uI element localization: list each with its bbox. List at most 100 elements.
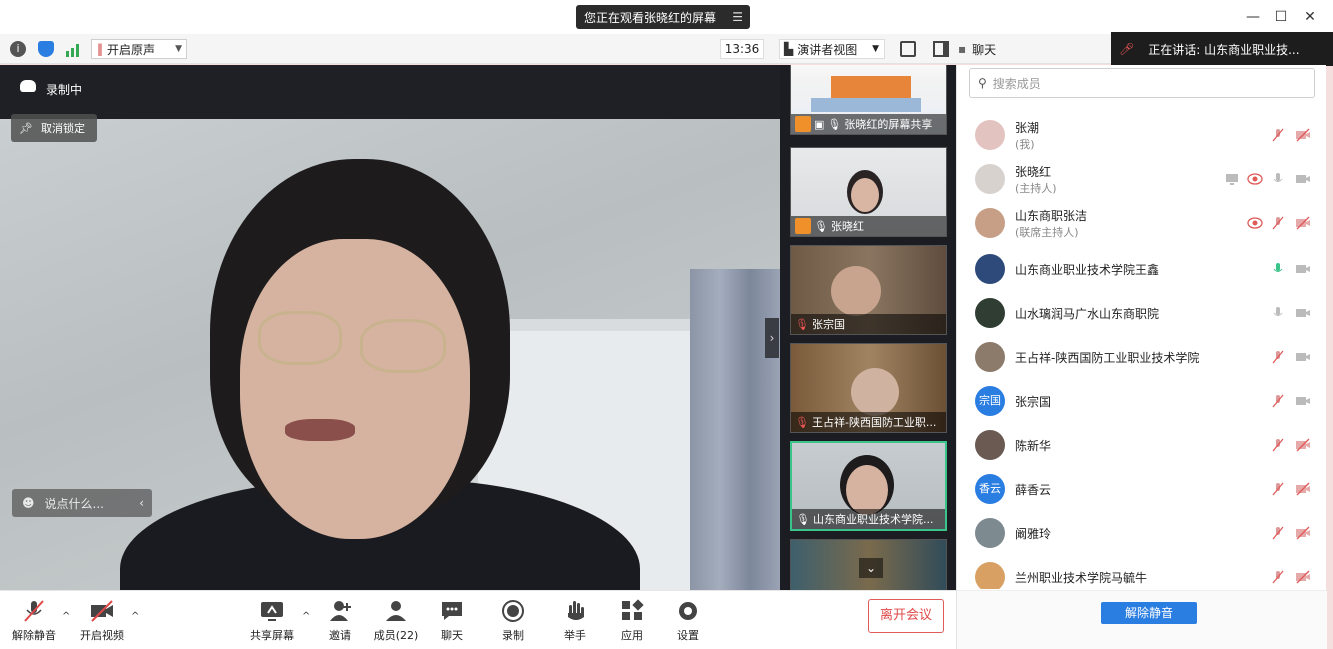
mic-muted-icon[interactable] xyxy=(1271,570,1285,584)
side-panel-icon[interactable] xyxy=(933,41,949,57)
menu-lines-icon[interactable]: ☰ xyxy=(732,10,743,24)
thumbnail-0[interactable]: ▣ 🎙︎ 张晓红的屏幕共享 xyxy=(790,65,947,135)
start-video-label: 开启视频 xyxy=(80,629,124,642)
member-row[interactable]: 山东商职张洁 (联席主持人) xyxy=(957,201,1327,245)
member-row[interactable]: 张潮 (我) xyxy=(957,113,1327,157)
mic-active-icon[interactable] xyxy=(1271,262,1285,276)
camera-icon[interactable] xyxy=(1295,350,1311,364)
minimize-icon[interactable]: — xyxy=(1244,8,1262,26)
share-screen-button[interactable]: 共享屏幕 xyxy=(240,599,304,645)
member-name: 山水璃润马广水山东商职院 xyxy=(1015,307,1160,321)
mic-muted-icon[interactable] xyxy=(1271,526,1285,540)
view-mode-dropdown[interactable]: ▙ 演讲者视图 ▼ xyxy=(779,39,885,59)
unpin-label: 取消锁定 xyxy=(40,122,85,135)
bottom-control-bar: 解除静音 ^ 开启视频 ^ 共享屏幕 ^ 邀请 成员(22) 聊天 录制 举手 … xyxy=(0,590,956,649)
avatar: 香云 xyxy=(975,474,1005,504)
members-icon xyxy=(386,601,406,621)
search-placeholder: 搜索成员 xyxy=(992,76,1041,91)
camera-icon[interactable] xyxy=(1295,394,1311,408)
recording-bar: 录制中 xyxy=(0,65,780,119)
member-name: 王占祥-陕西国防工业职业技术学院 xyxy=(1015,351,1200,365)
mic-icon[interactable] xyxy=(1271,306,1285,320)
start-video-button[interactable]: 开启视频 xyxy=(70,599,134,645)
unpin-button[interactable]: 📌︎ 取消锁定 xyxy=(11,114,97,142)
member-name: 张晓红 xyxy=(1015,165,1052,179)
camera-off-icon[interactable] xyxy=(1295,482,1311,496)
camera-off-icon[interactable] xyxy=(1295,128,1311,142)
mic-muted-icon[interactable] xyxy=(1271,350,1285,364)
member-row[interactable]: 香云 薛香云 xyxy=(957,467,1327,511)
thumbnail-label: 🎙︎ 张宗国 xyxy=(791,314,946,334)
info-icon[interactable]: i xyxy=(10,41,26,57)
member-row[interactable]: 王占祥-陕西国防工业职业技术学院 xyxy=(957,335,1327,379)
thumbnail-2[interactable]: 🎙︎ 张宗国 xyxy=(790,245,947,335)
member-row[interactable]: 张晓红 (主持人) xyxy=(957,157,1327,201)
maximize-icon[interactable]: ☐ xyxy=(1272,8,1290,26)
host-badge-icon xyxy=(795,116,811,132)
unmute-button[interactable]: 解除静音 xyxy=(2,599,66,645)
screen-share-icon: ▣ xyxy=(814,117,825,131)
record-button[interactable]: 录制 xyxy=(481,599,545,645)
member-name: 山东商职张洁 xyxy=(1015,209,1088,223)
emoji-icon: ☻ xyxy=(22,496,35,510)
chat-button[interactable]: 聊天 xyxy=(420,599,484,645)
member-row[interactable]: 山水璃润马广水山东商职院 xyxy=(957,291,1327,335)
unmute-all-button[interactable]: 解除静音 xyxy=(1101,602,1197,624)
chat-tab[interactable]: ▪ 聊天 xyxy=(958,39,1018,59)
avatar: 宗国 xyxy=(975,386,1005,416)
camera-off-icon[interactable] xyxy=(1295,216,1311,230)
mic-muted-icon[interactable] xyxy=(1271,128,1285,142)
add-user-icon xyxy=(330,601,351,621)
member-search-input[interactable]: ⚲ 搜索成员 xyxy=(969,68,1315,98)
glasses-left xyxy=(258,311,342,365)
camera-off-icon[interactable] xyxy=(1295,570,1311,584)
mic-muted-icon xyxy=(24,600,44,622)
fullscreen-icon[interactable] xyxy=(900,41,916,57)
camera-icon[interactable] xyxy=(1295,172,1311,186)
signal-icon[interactable] xyxy=(66,43,82,57)
member-row[interactable]: 陈新华 xyxy=(957,423,1327,467)
avatar xyxy=(975,518,1005,548)
camera-off-icon[interactable] xyxy=(1295,438,1311,452)
mic-muted-icon[interactable] xyxy=(1271,394,1285,408)
close-icon[interactable]: ✕ xyxy=(1301,8,1319,26)
mic-muted-icon[interactable] xyxy=(1271,438,1285,452)
member-name: 陈新华 xyxy=(1015,439,1052,453)
members-button[interactable]: 成员(22) xyxy=(364,599,428,645)
avatar xyxy=(975,562,1005,589)
thumbnail-3[interactable]: 🎙︎ 王占祥-陕西国防工业职... xyxy=(790,343,947,433)
main-video-area: 录制中 📌︎ 取消锁定 ☻ 说点什么... ‹ › xyxy=(0,65,780,590)
record-label: 录制 xyxy=(502,629,524,642)
camera-off-icon[interactable] xyxy=(1295,526,1311,540)
chevron-up-icon[interactable]: ^ xyxy=(131,611,139,622)
reaction-input[interactable]: ☻ 说点什么... ‹ xyxy=(12,489,152,517)
recording-label: 录制中 xyxy=(46,83,83,97)
invite-button[interactable]: 邀请 xyxy=(308,599,372,645)
raise-hand-button[interactable]: 举手 xyxy=(543,599,607,645)
member-row[interactable]: 阚雅玲 xyxy=(957,511,1327,555)
mic-muted-icon[interactable] xyxy=(1271,482,1285,496)
member-name: 张宗国 xyxy=(1015,395,1052,409)
camera-icon[interactable] xyxy=(1295,262,1311,276)
leave-meeting-button[interactable]: 离开会议 xyxy=(868,599,944,633)
collapse-thumbnails-button[interactable]: › xyxy=(765,318,779,358)
chevron-down-icon: ▼ xyxy=(175,44,182,54)
mic-icon[interactable] xyxy=(1271,172,1285,186)
settings-button[interactable]: 设置 xyxy=(656,599,720,645)
thumbnail-4[interactable]: 🎙︎ 山东商业职业技术学院... xyxy=(790,441,947,531)
member-row[interactable]: 兰州职业技术学院马毓牛 xyxy=(957,555,1327,589)
avatar xyxy=(975,164,1005,194)
camera-icon[interactable] xyxy=(1295,306,1311,320)
shield-icon[interactable] xyxy=(38,41,54,57)
member-row[interactable]: 山东商业职业技术学院王鑫 xyxy=(957,247,1327,291)
watching-screen-banner[interactable]: 您正在观看张晓红的屏幕 ☰ xyxy=(576,5,750,29)
mic-muted-icon[interactable] xyxy=(1271,216,1285,230)
original-sound-dropdown[interactable]: ‖ 开启原声 ▼ xyxy=(91,39,187,59)
scroll-down-icon[interactable]: ⌄ xyxy=(859,558,883,578)
member-row[interactable]: 宗国 张宗国 xyxy=(957,379,1327,423)
apps-button[interactable]: 应用 xyxy=(600,599,664,645)
thumbnail-1[interactable]: 🎙︎ 张晓红 xyxy=(790,147,947,237)
record-icon xyxy=(502,600,524,622)
sound-wave-icon: ‖ xyxy=(97,42,103,56)
thumbnail-5[interactable]: ⌄ xyxy=(790,539,947,590)
